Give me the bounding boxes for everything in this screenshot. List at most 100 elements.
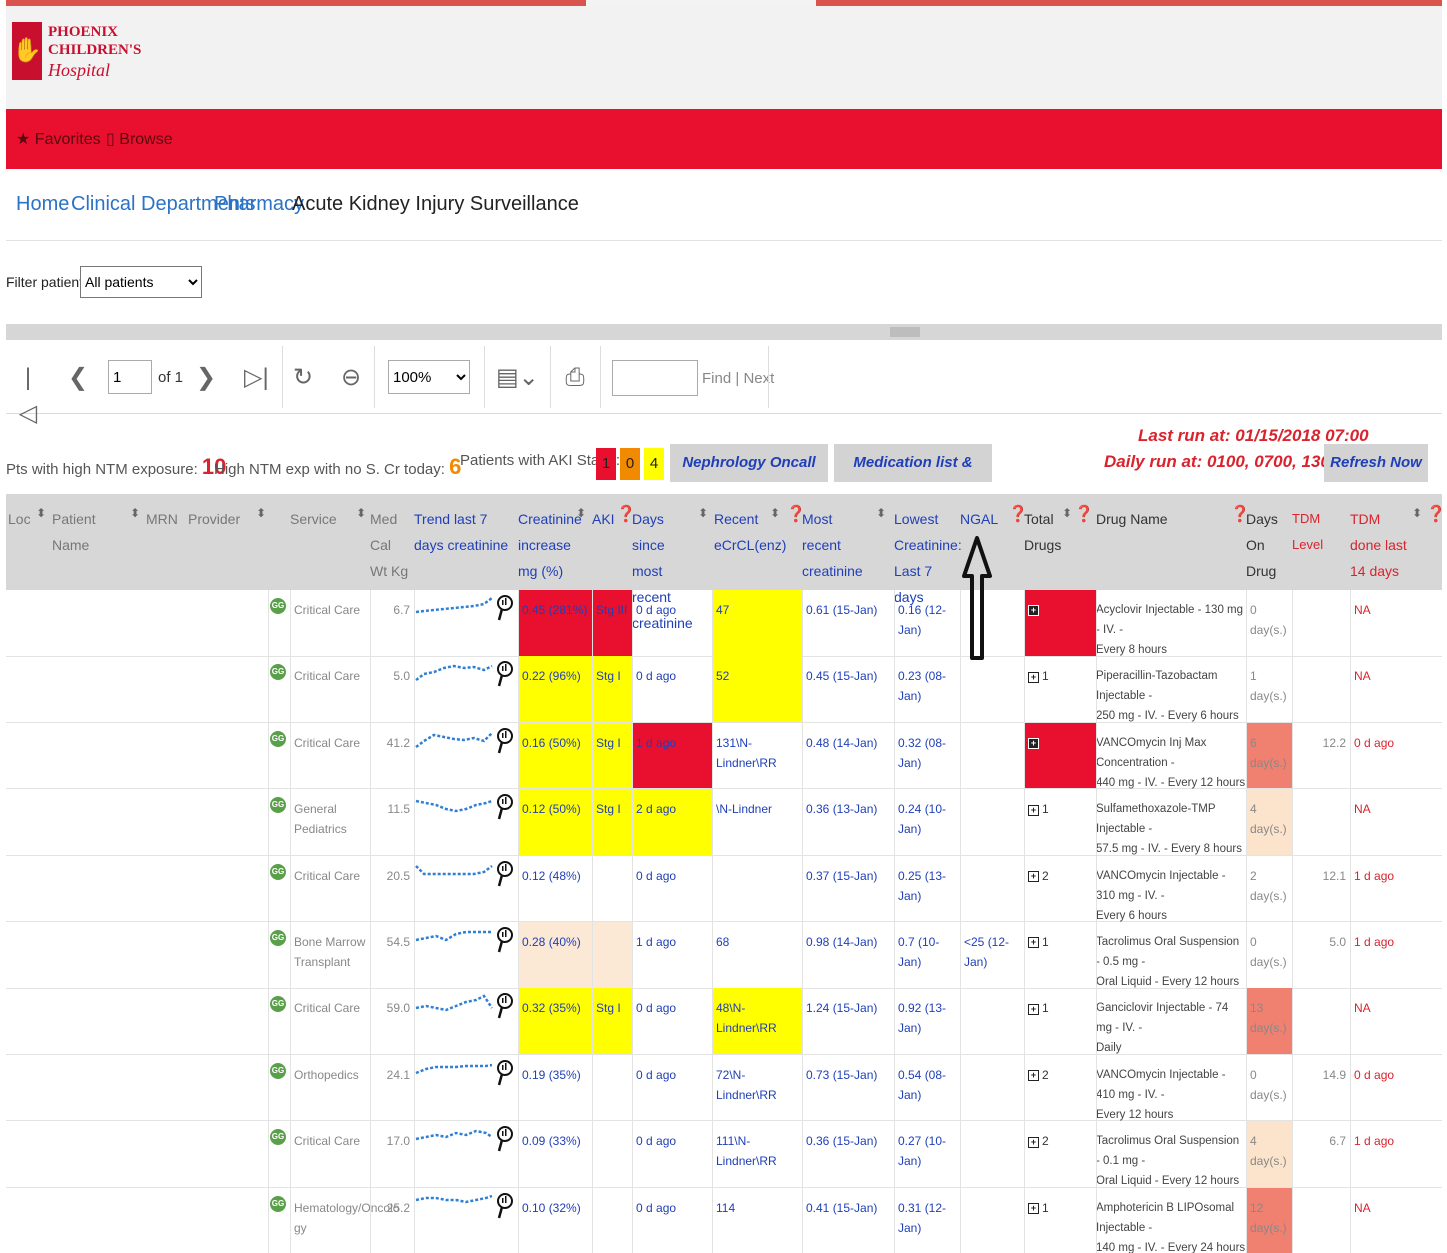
total-drugs-cell[interactable]: +1 (1024, 789, 1096, 855)
col-med-cal-wt[interactable]: Med Cal Wt Kg (370, 506, 410, 584)
col-drug-name[interactable]: Drug Name (1096, 506, 1176, 532)
expand-plus-icon[interactable]: + (1028, 1136, 1039, 1148)
expand-plus-icon[interactable]: + (1028, 738, 1039, 750)
table-row[interactable]: 0.19 (35%) 0 d ago 72\N-Lindner\RR 0.73 (15… (6, 1054, 1442, 1122)
patient-badge-icon[interactable]: GG (270, 664, 286, 681)
previous-page-icon[interactable]: ❮ (68, 360, 88, 396)
favorites-menu[interactable]: ★ Favorites (16, 129, 101, 149)
table-row[interactable]: 0.16 (50%) Stg I1 d ago 131\N-Lindner\RR 0.… (6, 722, 1442, 790)
expand-plus-icon[interactable]: + (1028, 1202, 1039, 1214)
splitter-bar[interactable] (6, 324, 1442, 340)
refresh-now-button[interactable]: Refresh Now (1324, 444, 1428, 482)
table-row[interactable]: 0.22 (96%) Stg I 0 d ago 52 0.45 (15-Jan) 0.2… (6, 656, 1442, 723)
sort-icon[interactable]: ⬍ (36, 506, 46, 520)
sort-icon[interactable]: ⬍ (698, 506, 708, 520)
col-total-drugs[interactable]: Total Drugs (1024, 506, 1064, 558)
aki-stage-1-count[interactable]: 1 (596, 448, 616, 480)
total-drugs-cell[interactable]: +1 (1024, 922, 1096, 988)
sort-icon[interactable]: ⬍ (770, 506, 780, 520)
trend-magnifier-icon[interactable] (496, 660, 514, 688)
hospital-logo[interactable]: ✋ PHOENIX CHILDREN'S Hospital (12, 22, 152, 92)
total-drugs-cell[interactable]: +2 (1024, 1055, 1096, 1121)
help-icon[interactable]: ❓ (786, 504, 806, 524)
table-row[interactable]: 0.12 (48%) 0 d ago 0.37 (15-Jan) 0.25 (13-J… (6, 855, 1442, 923)
trend-magnifier-icon[interactable] (496, 1059, 514, 1087)
expand-plus-icon[interactable]: + (1028, 1070, 1039, 1082)
total-drugs-cell[interactable]: +2 (1024, 856, 1096, 922)
col-tdm-done[interactable]: TDM done last 14 days (1350, 506, 1408, 584)
help-icon[interactable]: ❓ (1074, 504, 1094, 524)
breadcrumb-pharmacy[interactable]: Pharmacy (214, 193, 304, 216)
help-icon[interactable]: ❓ (616, 504, 636, 524)
trend-magnifier-icon[interactable] (496, 594, 514, 622)
trend-magnifier-icon[interactable] (496, 926, 514, 954)
patient-badge-icon[interactable]: GG (270, 1129, 286, 1146)
help-icon[interactable]: ❓ (1230, 504, 1250, 524)
col-service[interactable]: Service (290, 506, 350, 532)
breadcrumb-home[interactable]: Home (16, 193, 69, 216)
patient-badge-icon[interactable]: GG (270, 797, 286, 814)
total-drugs-cell[interactable]: +2 (1024, 1121, 1096, 1187)
refresh-icon[interactable]: ↻ (290, 360, 316, 396)
expand-plus-icon[interactable]: + (1028, 1003, 1039, 1015)
browse-menu[interactable]: ▯ Browse (106, 129, 173, 149)
aki-stage-3-count[interactable]: 4 (644, 448, 664, 480)
expand-plus-icon[interactable]: + (1028, 804, 1039, 816)
table-row[interactable]: 0.45 (281%) Stg III 0 d ago 47 0.61 (15-Jan)… (6, 590, 1442, 657)
trend-magnifier-icon[interactable] (496, 1125, 514, 1153)
first-page-icon[interactable]: |◁ (18, 360, 38, 427)
patient-badge-icon[interactable]: GG (270, 930, 286, 946)
table-row[interactable]: 0.32 (35%) Stg I 0 d ago 48\N-Lindner\RR 1.2… (6, 988, 1442, 1055)
patient-badge-icon[interactable]: GG (270, 730, 286, 747)
trend-magnifier-icon[interactable] (496, 1192, 514, 1220)
patient-badge-icon[interactable]: GG (270, 598, 286, 614)
help-icon[interactable]: ❓ (1426, 504, 1446, 524)
sort-icon[interactable]: ⬍ (256, 506, 266, 520)
col-ecrcl[interactable]: Recent eCrCL(enz) (714, 506, 786, 558)
print-icon[interactable]: ⎙ (562, 360, 588, 396)
col-trend[interactable]: Trend last 7 days creatinine (414, 506, 510, 558)
find-input[interactable] (612, 360, 698, 396)
table-row[interactable]: 0.09 (33%) 0 d ago 111\N-Lindner\RR 0.36 (1… (6, 1121, 1442, 1188)
table-row[interactable]: 0.10 (32%) 0 d ago 114 0.41 (15-Jan) 0.31 (1… (6, 1187, 1442, 1253)
sort-icon[interactable]: ⬍ (876, 506, 886, 520)
col-most-recent[interactable]: Most recent creatinine (802, 506, 872, 584)
patient-badge-icon[interactable]: GG (270, 1195, 286, 1212)
back-icon[interactable]: ⊖ (338, 360, 364, 396)
col-aki[interactable]: AKI (592, 506, 616, 532)
total-drugs-cell[interactable]: +1 (1024, 656, 1096, 722)
save-export-icon[interactable]: ▤⌄ (496, 360, 539, 396)
trend-magnifier-icon[interactable] (496, 793, 514, 821)
page-number-input[interactable] (108, 360, 152, 394)
nephrology-oncall-button[interactable]: Nephrology Oncall Schedule (670, 444, 828, 509)
col-days-on-drug[interactable]: Days On Drug (1246, 506, 1290, 584)
expand-plus-icon[interactable]: + (1028, 870, 1039, 882)
total-drugs-cell[interactable]: +1 (1024, 988, 1096, 1054)
medication-list-button[interactable]: Medication list & reference (834, 444, 992, 509)
col-creatinine-increase[interactable]: Creatinine increase mg (%) (518, 506, 582, 584)
patient-badge-icon[interactable]: GG (270, 996, 286, 1013)
expand-plus-icon[interactable]: + (1028, 605, 1039, 617)
sort-icon[interactable]: ⬍ (356, 506, 366, 520)
col-provider[interactable]: Provider (188, 506, 248, 532)
total-drugs-cell[interactable]: +1 (1024, 1188, 1096, 1253)
help-icon[interactable]: ❓ (1008, 504, 1028, 524)
expand-plus-icon[interactable]: + (1028, 671, 1039, 683)
find-link[interactable]: Find (702, 370, 731, 387)
col-ngal[interactable]: NGAL (960, 506, 1000, 532)
trend-magnifier-icon[interactable] (496, 727, 514, 755)
table-row[interactable]: 0.12 (50%) Stg I2 d ago \N-Lindner 0.36 (13… (6, 789, 1442, 856)
aki-stage-2-count[interactable]: 0 (620, 448, 640, 480)
zoom-select[interactable]: 100% (388, 360, 470, 394)
sort-icon[interactable]: ⬍ (576, 506, 586, 520)
splitter-handle[interactable] (890, 327, 920, 337)
filter-patients-select[interactable]: All patients (80, 266, 202, 298)
col-patient-name[interactable]: Patient Name (52, 506, 132, 558)
table-row[interactable]: 0.28 (40%) 1 d ago 68 0.98 (14-Jan) 0.7 (10-… (6, 922, 1442, 989)
sort-icon[interactable]: ⬍ (1412, 506, 1422, 520)
patient-badge-icon[interactable]: GG (270, 1062, 286, 1079)
total-drugs-cell[interactable]: + (1024, 722, 1096, 789)
col-tdm-level[interactable]: TDM Level (1292, 506, 1346, 558)
total-drugs-cell[interactable]: + (1024, 590, 1096, 656)
patient-badge-icon[interactable]: GG (270, 863, 286, 880)
